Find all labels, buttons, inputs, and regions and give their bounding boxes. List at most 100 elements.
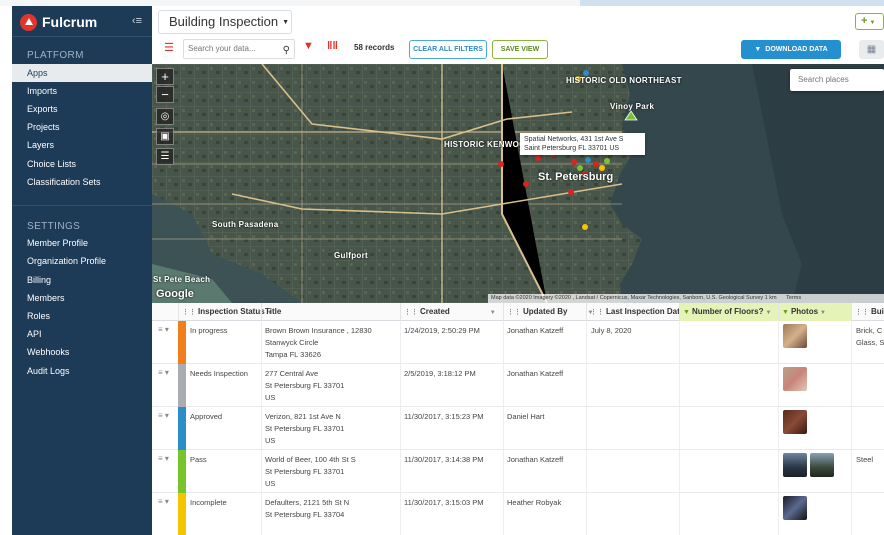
table-header: ⋮⋮ Inspection Status ▼ Title ⋮⋮ Created ▼ ⋮⋮… <box>152 303 884 321</box>
column-header-last-inspection-date[interactable]: ⋮⋮ Last Inspection Date <box>586 303 684 321</box>
add-label: + <box>861 15 868 27</box>
cell-status: In progress <box>190 326 228 335</box>
photo-thumbnail[interactable] <box>783 324 807 348</box>
expand-icon[interactable]: ▦ <box>859 40 884 59</box>
search-input[interactable] <box>188 44 278 53</box>
table-row[interactable]: ≡ ▾ In progress Brown Brown Insurance , … <box>152 321 884 364</box>
photo-thumbnail[interactable] <box>783 496 807 520</box>
download-data-button[interactable]: ▼ DOWNLOAD DATA <box>741 40 841 59</box>
sidebar-item-layers[interactable]: Layers <box>12 136 152 154</box>
sidebar-item-imports[interactable]: Imports <box>12 82 152 100</box>
map-popup[interactable]: Spatial Networks, 431 1st Ave S Saint Pe… <box>520 133 645 155</box>
sidebar: Fulcrum ‹≡ PLATFORM Apps Imports Exports… <box>12 6 152 535</box>
table-row[interactable]: ≡ ▾ Pass World of Beer, 100 4th St S St P… <box>152 450 884 493</box>
row-menu-icon[interactable]: ≡ ▾ <box>158 368 169 377</box>
save-view-button[interactable]: SAVE VIEW <box>492 40 548 59</box>
sort-icon[interactable]: ▼ <box>820 310 826 316</box>
chevron-down-icon: ▼ <box>869 20 876 26</box>
sidebar-item-exports[interactable]: Exports <box>12 100 152 118</box>
map[interactable]: HISTORIC OLD NORTHEAST HISTORIC KENWOOD … <box>152 64 884 303</box>
drag-handle-icon[interactable]: ⋮⋮ <box>590 309 604 316</box>
cell-status: Approved <box>190 412 223 421</box>
sidebar-item-classification-sets[interactable]: Classification Sets <box>12 173 152 191</box>
terms-link[interactable]: Terms <box>786 295 801 301</box>
app-selector[interactable]: Building Inspection ▼ <box>158 10 292 34</box>
sidebar-item-organization-profile[interactable]: Organization Profile <box>12 252 152 270</box>
section-title-platform: PLATFORM <box>27 50 84 61</box>
row-menu-icon[interactable]: ≡ ▾ <box>158 325 169 334</box>
row-menu-icon[interactable]: ≡ ▾ <box>158 411 169 420</box>
sidebar-item-members[interactable]: Members <box>12 289 152 307</box>
column-header-building[interactable]: ⋮⋮Building <box>851 303 884 321</box>
sidebar-divider <box>12 205 152 206</box>
photo-thumbnail[interactable] <box>810 453 834 477</box>
caret-down-icon: ▼ <box>754 46 762 53</box>
cell-created: 11/30/2017, 3:14:38 PM <box>404 455 484 464</box>
map-label-historic-kenwood: HISTORIC KENWOOD <box>444 140 532 149</box>
add-button[interactable]: + ▼ <box>855 13 884 30</box>
sort-icon[interactable]: ▼ <box>766 310 772 316</box>
table-row[interactable]: ≡ ▾ Approved Verizon, 821 1st Ave N St Pe… <box>152 407 884 450</box>
popup-line-1: Spatial Networks, 431 1st Ave S <box>524 136 624 143</box>
column-header-title[interactable]: Title <box>261 303 400 321</box>
download-label: DOWNLOAD DATA <box>765 46 828 53</box>
map-label-st-petersburg: St. Petersburg <box>538 171 614 183</box>
column-header-updated-by[interactable]: ⋮⋮ Updated By ▼ <box>503 303 593 321</box>
cell-building: Steel <box>856 455 874 464</box>
cell-created: 1/24/2019, 2:50:29 PM <box>404 326 480 335</box>
drag-handle-icon[interactable]: ⋮⋮ <box>855 309 869 316</box>
layers-icon[interactable]: ☰ <box>156 148 174 165</box>
search-icon[interactable]: ⚲ <box>283 42 290 60</box>
search-places-input[interactable] <box>798 75 878 84</box>
row-menu-icon[interactable]: ≡ ▾ <box>158 454 169 463</box>
cell-created: 11/30/2017, 3:15:03 PM <box>404 498 484 507</box>
search-box[interactable]: ⚲ <box>183 39 295 59</box>
drag-handle-icon[interactable]: ⋮⋮ <box>404 309 418 316</box>
sidebar-item-roles[interactable]: Roles <box>12 307 152 325</box>
zoom-out-icon[interactable]: − <box>156 86 174 103</box>
columns-icon[interactable]: ‖‖ <box>327 40 338 52</box>
search-places-box[interactable] <box>790 69 884 91</box>
sidebar-item-api[interactable]: API <box>12 325 152 343</box>
fullscreen-icon[interactable]: ▣ <box>156 128 174 145</box>
zoom-in-icon[interactable]: + <box>156 68 174 85</box>
sidebar-item-webhooks[interactable]: Webhooks <box>12 343 152 361</box>
sort-icon[interactable]: ▼ <box>490 310 496 316</box>
sidebar-item-projects[interactable]: Projects <box>12 118 152 136</box>
filter-icon[interactable]: ▼ <box>303 40 314 52</box>
column-header-number-of-floors[interactable]: ▼ Number of Floors? ▼ <box>679 303 778 321</box>
photo-thumbnail[interactable] <box>783 410 807 434</box>
column-header-inspection-status[interactable]: ⋮⋮ Inspection Status ▼ <box>178 303 273 321</box>
cell-created: 2/5/2019, 3:18:12 PM <box>404 369 476 378</box>
table-row[interactable]: ≡ ▾ Incomplete Defaulters, 2121 5th St N… <box>152 493 884 535</box>
drag-handle-icon[interactable]: ⋮⋮ <box>182 309 196 316</box>
sidebar-item-member-profile[interactable]: Member Profile <box>12 234 152 252</box>
sidebar-item-billing[interactable]: Billing <box>12 271 152 289</box>
collapse-sidebar-icon[interactable]: ‹≡ <box>132 15 142 27</box>
photo-thumbnail[interactable] <box>783 367 807 391</box>
sidebar-divider <box>12 36 152 37</box>
brand[interactable]: Fulcrum <box>20 13 97 31</box>
clear-filters-button[interactable]: CLEAR ALL FILTERS <box>409 40 487 59</box>
list-view-icon[interactable]: ☰ <box>164 41 174 54</box>
drag-handle-icon[interactable]: ⋮⋮ <box>507 309 521 316</box>
cell-updated-by: Jonathan Katzeff <box>507 326 564 335</box>
sidebar-item-apps[interactable]: Apps <box>12 64 152 82</box>
cell-last-inspection: July 8, 2020 <box>591 326 632 335</box>
sidebar-item-audit-logs[interactable]: Audit Logs <box>12 362 152 380</box>
column-header-created[interactable]: ⋮⋮ Created ▼ <box>400 303 503 321</box>
sidebar-item-choice-lists[interactable]: Choice Lists <box>12 155 152 173</box>
photo-thumbnail[interactable] <box>783 453 807 477</box>
filter-icon[interactable]: ▼ <box>782 309 789 316</box>
data-table: ⋮⋮ Inspection Status ▼ Title ⋮⋮ Created ▼ ⋮⋮… <box>152 303 884 535</box>
map-label-vinoy-park: Vinoy Park <box>610 102 655 111</box>
filter-icon[interactable]: ▼ <box>683 309 690 316</box>
cell-title: Brown Brown Insurance , 12830 Stanwyck Ci… <box>265 326 372 359</box>
section-title-settings: SETTINGS <box>27 221 81 232</box>
locate-icon[interactable]: ◎ <box>156 108 174 125</box>
map-label-south-pasadena: South Pasadena <box>212 220 279 229</box>
column-header-photos[interactable]: ▼ Photos ▼ <box>778 303 851 321</box>
table-row[interactable]: ≡ ▾ Needs Inspection 277 Central Ave St P… <box>152 364 884 407</box>
row-menu-icon[interactable]: ≡ ▾ <box>158 497 169 506</box>
status-color-bar <box>178 450 186 493</box>
